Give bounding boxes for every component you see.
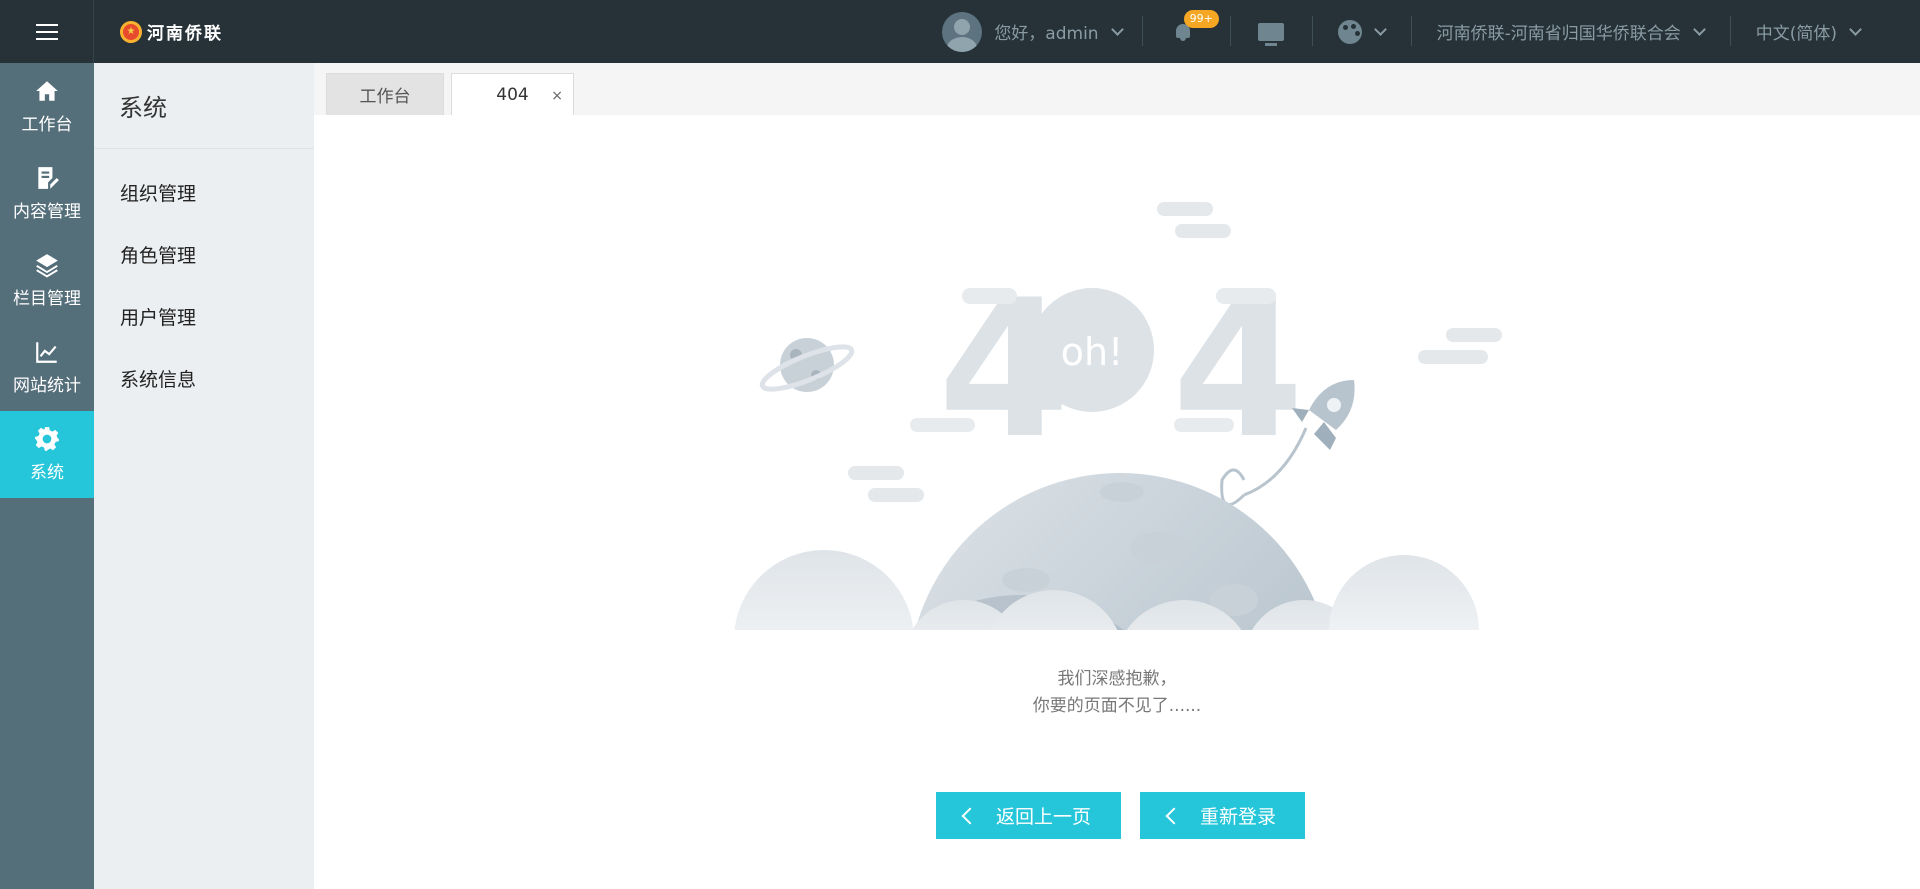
hamburger-icon xyxy=(35,23,58,40)
emblem-icon xyxy=(120,20,142,43)
home-icon xyxy=(36,81,58,101)
nav-item-workbench[interactable]: 工作台 xyxy=(0,63,94,150)
chevron-left-icon xyxy=(1165,807,1183,824)
subnav-item-users[interactable]: 用户管理 xyxy=(94,285,314,347)
organization-name: 河南侨联-河南省归国华侨联合会 xyxy=(1436,24,1681,44)
language-menu[interactable]: 中文(简体) xyxy=(1729,0,1920,63)
chevron-down-icon xyxy=(1849,22,1862,36)
tab-label: 404 xyxy=(496,84,529,105)
tab-workbench[interactable]: 工作台 xyxy=(326,73,444,115)
logo[interactable]: 河南侨联 xyxy=(120,19,223,44)
nav-label: 工作台 xyxy=(21,115,73,135)
planet-decoration xyxy=(759,338,855,392)
nav-item-columns[interactable]: 栏目管理 xyxy=(0,237,94,324)
nav-item-content[interactable]: 内容管理 xyxy=(0,150,94,237)
document-edit-icon xyxy=(38,167,59,189)
nav-label: 内容管理 xyxy=(13,202,81,222)
chevron-down-icon xyxy=(1373,22,1387,36)
nav-label: 网站统计 xyxy=(13,376,81,396)
tab-404[interactable]: 404 × xyxy=(451,73,574,115)
error-actions: 返回上一页 重新登录 xyxy=(936,792,1305,839)
main-content: 4 4 oh! 我们深感抱歉， 你要的页面不见了...... 返回上一页 重新登… xyxy=(314,115,1920,889)
back-button-label: 返回上一页 xyxy=(996,807,1092,828)
organization-menu[interactable]: 河南侨联-河南省归国华侨联合会 xyxy=(1410,0,1730,63)
subnav-item-system-info[interactable]: 系统信息 xyxy=(94,347,314,409)
main-sidebar: 工作台 内容管理 栏目管理 网站统计 系统 xyxy=(0,63,94,889)
nav-item-statistics[interactable]: 网站统计 xyxy=(0,324,94,411)
layers-icon xyxy=(36,254,58,278)
notifications-button[interactable]: 99+ xyxy=(1141,0,1230,63)
relogin-button-label: 重新登录 xyxy=(1200,807,1277,828)
relogin-button[interactable]: 重新登录 xyxy=(1140,792,1305,839)
tab-label: 工作台 xyxy=(359,87,411,107)
nav-label: 系统 xyxy=(30,463,64,483)
oh-bubble-text: oh! xyxy=(1061,330,1124,374)
tab-bar: 工作台 404 × xyxy=(314,63,1920,115)
gear-icon xyxy=(35,427,59,451)
chevron-left-icon xyxy=(961,807,979,824)
close-icon[interactable]: × xyxy=(551,88,563,104)
error-message-line1: 我们深感抱歉， xyxy=(1057,669,1177,689)
notification-badge: 99+ xyxy=(1183,10,1219,28)
avatar xyxy=(942,11,983,52)
user-greeting: 您好，admin xyxy=(994,24,1099,44)
sub-sidebar-title: 系统 xyxy=(94,63,314,149)
nav-label: 栏目管理 xyxy=(13,289,81,309)
error-message-line2: 你要的页面不见了...... xyxy=(1032,696,1202,716)
menu-toggle-button[interactable] xyxy=(0,0,94,63)
line-chart-icon xyxy=(36,342,57,363)
palette-icon xyxy=(1337,19,1362,44)
top-right-toolbar: 您好，admin 99+ 河南侨联-河南省归国华侨联合会 中文(简体) xyxy=(922,0,1920,63)
language-label: 中文(简体) xyxy=(1755,24,1837,44)
sub-sidebar: 系统 组织管理 角色管理 用户管理 系统信息 xyxy=(94,63,314,889)
chevron-down-icon xyxy=(1692,22,1706,36)
back-button[interactable]: 返回上一页 xyxy=(936,792,1121,839)
top-bar: 河南侨联 您好，admin 99+ 河南侨联-河南省归国华侨联合会 中文(简体) xyxy=(0,0,1920,63)
subnav-item-roles[interactable]: 角色管理 xyxy=(94,223,314,285)
error-message: 我们深感抱歉， 你要的页面不见了...... xyxy=(314,666,1920,720)
fullscreen-button[interactable] xyxy=(1229,0,1312,63)
chevron-down-icon xyxy=(1110,22,1124,36)
logo-text: 河南侨联 xyxy=(147,24,223,44)
error-404-illustration: 4 4 oh! xyxy=(734,202,1502,710)
theme-menu[interactable] xyxy=(1311,0,1411,63)
nav-item-system[interactable]: 系统 xyxy=(0,411,94,498)
monitor-icon xyxy=(1257,22,1284,46)
subnav-item-organization[interactable]: 组织管理 xyxy=(94,161,314,223)
user-menu[interactable]: 您好，admin xyxy=(922,0,1141,63)
